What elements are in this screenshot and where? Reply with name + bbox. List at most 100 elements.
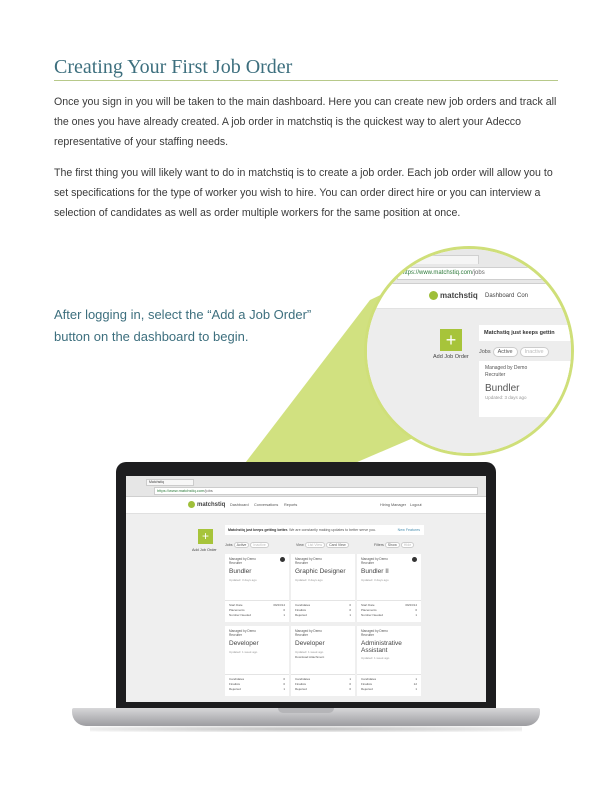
card-stat-value: 09/23/14 bbox=[273, 603, 285, 607]
mag-url-bar: https://www.matchstiq.com/jobs bbox=[397, 267, 562, 280]
card-stat-label: Candidates bbox=[229, 677, 245, 681]
add-job-order-label: Add Job Order bbox=[192, 548, 217, 552]
card-divider bbox=[225, 600, 289, 601]
nav-hiring-manager: Hiring Manager bbox=[380, 503, 406, 507]
mag-card-recruiter: Recruiter bbox=[485, 372, 506, 378]
card-stat-label: Start Date bbox=[361, 603, 375, 607]
card-title: Bundler bbox=[229, 568, 252, 575]
banner-bold: Matchstiq just keeps getting better. bbox=[228, 528, 289, 532]
card-stat: Placements 0 bbox=[361, 608, 417, 613]
card-stat-label: Placements bbox=[361, 608, 377, 612]
mag-pill-active: Active bbox=[492, 347, 518, 357]
jobs-label: Jobs bbox=[225, 543, 233, 547]
mag-card-updated: Updated: 3 days ago bbox=[485, 395, 527, 400]
banner-link: New Features bbox=[397, 528, 420, 532]
card-stat-label: Rejected bbox=[229, 687, 241, 691]
card-title: Bundler II bbox=[361, 568, 389, 575]
card-stat-value: 12 bbox=[413, 682, 417, 686]
card-title: Developer bbox=[295, 640, 325, 647]
card-stat-value: 0 bbox=[415, 608, 417, 612]
card-stat-value: 0 bbox=[283, 608, 285, 612]
card-updated: Updated: 3 days ago bbox=[295, 578, 323, 582]
card-stat-value: 1 bbox=[349, 613, 351, 617]
banner-text: We are constantly making updates to bett… bbox=[289, 528, 376, 532]
filters-toggle: Filters Show Hide bbox=[374, 542, 415, 548]
card-updated: Updated: 1 week ago bbox=[295, 650, 324, 654]
settings-gear-icon bbox=[280, 557, 285, 562]
mag-jobs-filter: Jobs Active Inactive bbox=[479, 347, 549, 357]
card-stat: Rejected 1 bbox=[361, 687, 417, 692]
card-stat-label: Candidates bbox=[295, 677, 311, 681]
card-stat: Rejected 0 bbox=[295, 687, 351, 692]
card-stat-value: 1 bbox=[349, 677, 351, 681]
card-stat: Candidates 1 bbox=[295, 677, 351, 682]
mag-browser-tab bbox=[407, 255, 479, 264]
mag-card-managed-text: Managed by Demo bbox=[485, 365, 528, 371]
card-stat-value: 0 bbox=[349, 682, 351, 686]
mag-nav-dashboard: Dashboard bbox=[485, 293, 515, 299]
magnifier-circle: https://www.matchstiq.com/jobs matchstiq… bbox=[364, 246, 574, 456]
card-stat-label: Rejected bbox=[295, 613, 307, 617]
card-updated: Updated: 3 days ago bbox=[361, 578, 389, 582]
card-stat-value: 1 bbox=[283, 687, 285, 691]
view-label: View bbox=[296, 543, 304, 547]
card-divider bbox=[357, 674, 421, 675]
card-divider bbox=[225, 674, 289, 675]
card-stat-label: Finalists bbox=[295, 682, 307, 686]
card-stat-label: Candidates bbox=[361, 677, 377, 681]
laptop-notch bbox=[278, 708, 334, 713]
updates-banner: Matchstiq just keeps getting better. We … bbox=[225, 525, 424, 535]
card-stat-label: Rejected bbox=[361, 687, 373, 691]
card-stat: Finalists 0 bbox=[229, 682, 285, 687]
card-attachment: Download Attachment bbox=[295, 655, 325, 659]
card-stat-value: 1 bbox=[283, 613, 285, 617]
card-stat: Start Date 09/23/14 bbox=[229, 603, 285, 608]
mag-add-job-order-label: Add Job Order bbox=[433, 354, 469, 360]
job-card: Managed by Demo Recruiter Administrative A… bbox=[357, 626, 421, 696]
card-recruiter: Recruiter bbox=[295, 633, 308, 637]
mag-url-host: https://www.matchstiq.com bbox=[401, 270, 473, 276]
card-managed: Managed by Demo Recruiter bbox=[361, 557, 388, 565]
card-title: Graphic Designer bbox=[295, 568, 346, 575]
mag-job-card: Managed by Demo Recruiter Bundler Updated… bbox=[479, 361, 571, 417]
jobs-pill-inactive: Inactive bbox=[250, 542, 269, 548]
logo-mark-icon bbox=[429, 291, 438, 301]
nav-dashboard: Dashboard bbox=[230, 503, 249, 507]
card-updated: Updated: 3 days ago bbox=[229, 578, 257, 582]
card-divider bbox=[357, 600, 421, 601]
card-stat: Placements 0 bbox=[229, 608, 285, 613]
mag-card-managed: Managed by Demo Recruiter bbox=[485, 365, 527, 379]
app-nav-bar bbox=[126, 497, 486, 514]
card-stat-label: Placements bbox=[229, 608, 245, 612]
mag-nav-partial: Con bbox=[517, 293, 529, 299]
card-stat: Finalists 0 bbox=[295, 682, 351, 687]
card-recruiter: Recruiter bbox=[361, 633, 374, 637]
card-recruiter: Recruiter bbox=[229, 561, 242, 565]
card-stat-value: 0 bbox=[349, 687, 351, 691]
mag-pill-inactive: Inactive bbox=[519, 347, 549, 357]
card-updated: Updated: 1 week ago bbox=[361, 656, 390, 660]
laptop-shadow bbox=[90, 726, 522, 732]
card-managed: Managed by Demo Recruiter bbox=[229, 629, 256, 637]
card-stat-label: Number Needed bbox=[229, 613, 252, 617]
card-title: Developer bbox=[229, 640, 259, 647]
app-logo: matchstiq bbox=[188, 501, 225, 508]
card-stat-value: 0 bbox=[283, 677, 285, 681]
view-card: Card View bbox=[326, 542, 349, 548]
mag-card-title: Bundler bbox=[485, 383, 520, 394]
card-stat: Candidates 1 bbox=[361, 677, 417, 682]
card-stat-value: 1 bbox=[415, 613, 417, 617]
job-card: Managed by Demo Recruiter Developer Updated… bbox=[225, 626, 289, 696]
url-host: https://www.matchstiq.com bbox=[157, 488, 205, 493]
url-path: /jobs bbox=[204, 488, 213, 493]
job-card: Managed by Demo Recruiter Bundler II Update… bbox=[357, 554, 421, 622]
jobs-filter: Jobs Active Inactive bbox=[225, 542, 269, 548]
job-card: Managed by Demo Recruiter Bundler Updated: … bbox=[225, 554, 289, 622]
mag-jobs-label: Jobs bbox=[479, 349, 491, 355]
nav-conversations: Conversations bbox=[254, 503, 279, 507]
job-card: Managed by Demo Recruiter Developer Updated… bbox=[291, 626, 355, 696]
card-stat-value: 1 bbox=[415, 687, 417, 691]
card-updated: Updated: 1 week ago bbox=[229, 650, 258, 654]
nav-logout: Logout bbox=[410, 503, 422, 507]
card-stat-value: 0 bbox=[283, 682, 285, 686]
